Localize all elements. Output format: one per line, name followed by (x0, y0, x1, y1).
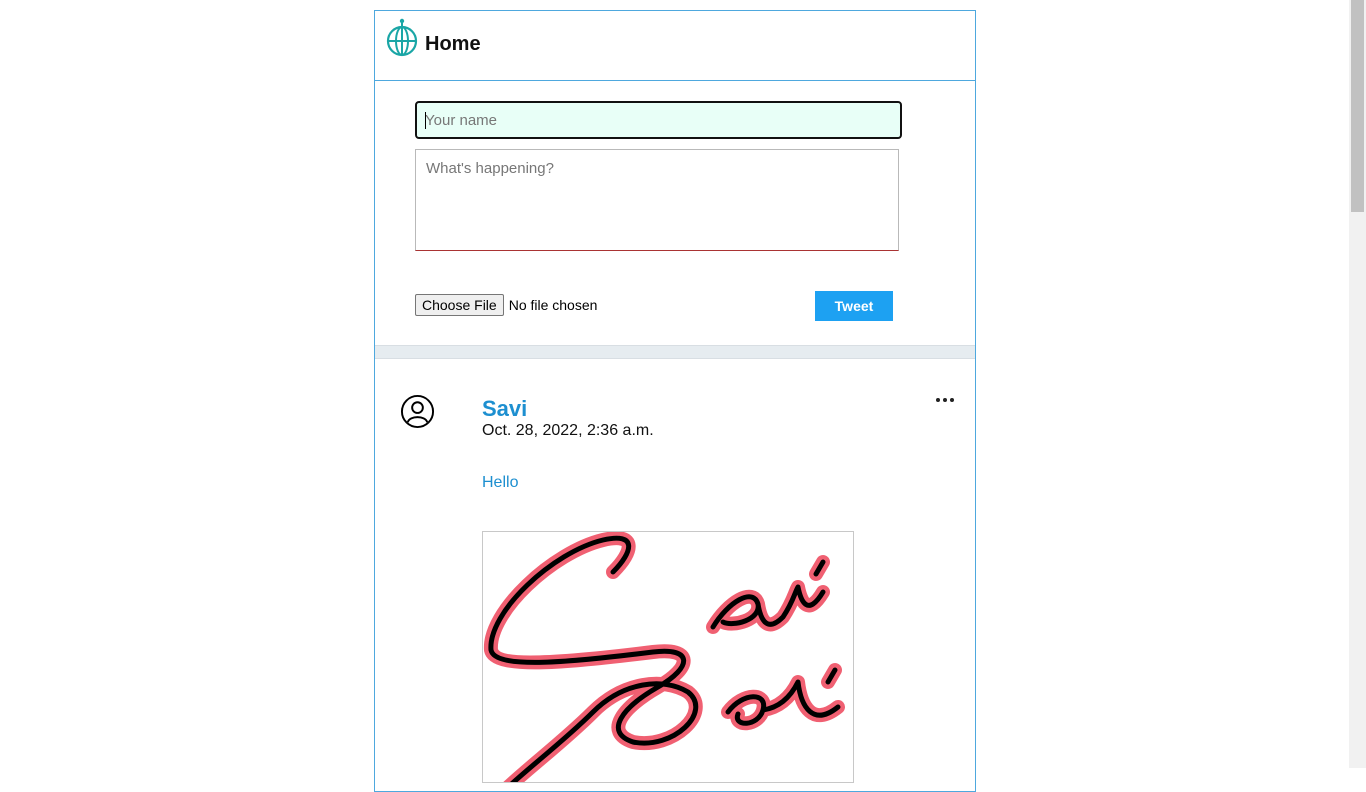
section-divider (375, 345, 975, 359)
globe-pin-icon[interactable] (385, 17, 419, 57)
text-caret (425, 112, 426, 129)
scrollbar-thumb[interactable] (1351, 0, 1364, 212)
vertical-scrollbar[interactable] (1349, 0, 1366, 768)
page-header: Home (375, 11, 975, 81)
post-text[interactable]: Hello (482, 474, 518, 492)
user-circle-icon[interactable] (400, 394, 435, 429)
tweet-textarea[interactable] (415, 149, 899, 251)
post-author[interactable]: Savi (482, 396, 527, 422)
timeline-container: Home Choose File No file chosen Tweet Sa… (374, 10, 976, 792)
post-timestamp: Oct. 28, 2022, 2:36 a.m. (482, 422, 654, 439)
post-image[interactable] (482, 531, 854, 783)
file-status-text: No file chosen (508, 297, 598, 313)
choose-file-button[interactable]: Choose File (415, 294, 504, 316)
signature-image (483, 532, 845, 782)
tweet-post: Savi Oct. 28, 2022, 2:36 a.m. Hello (375, 359, 975, 783)
file-upload: Choose File No file chosen (415, 293, 597, 317)
page-title: Home (425, 33, 481, 55)
ellipsis-icon[interactable] (935, 397, 955, 403)
tweet-button[interactable]: Tweet (815, 291, 893, 321)
tweet-composer: Choose File No file chosen Tweet (375, 81, 975, 345)
name-input[interactable] (415, 101, 902, 139)
